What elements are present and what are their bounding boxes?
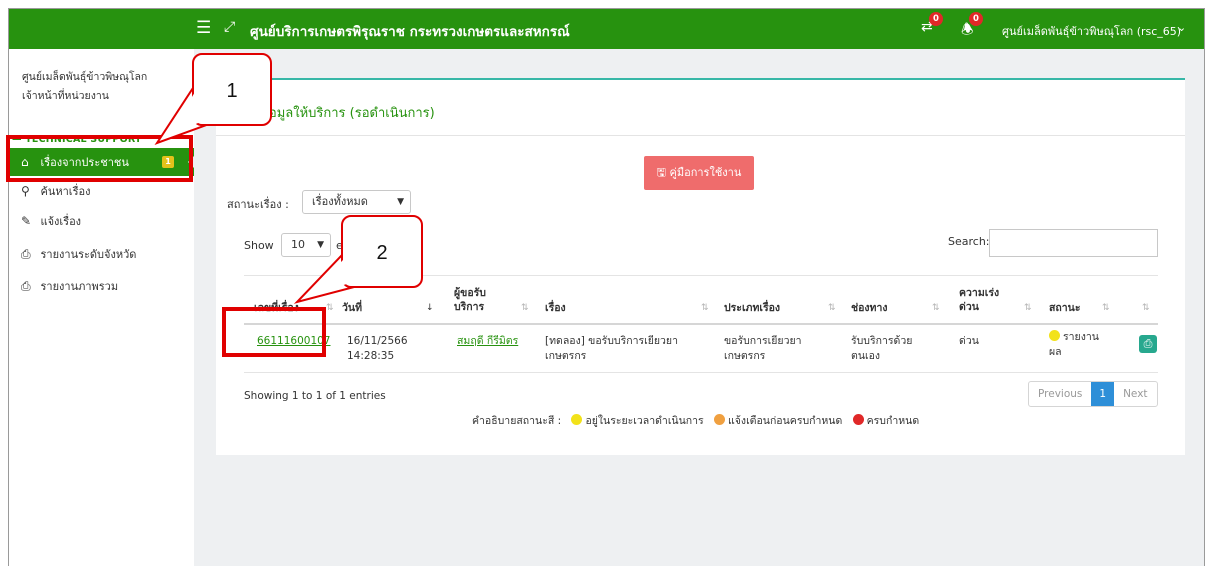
callout-tail-covers [168, 92, 350, 296]
